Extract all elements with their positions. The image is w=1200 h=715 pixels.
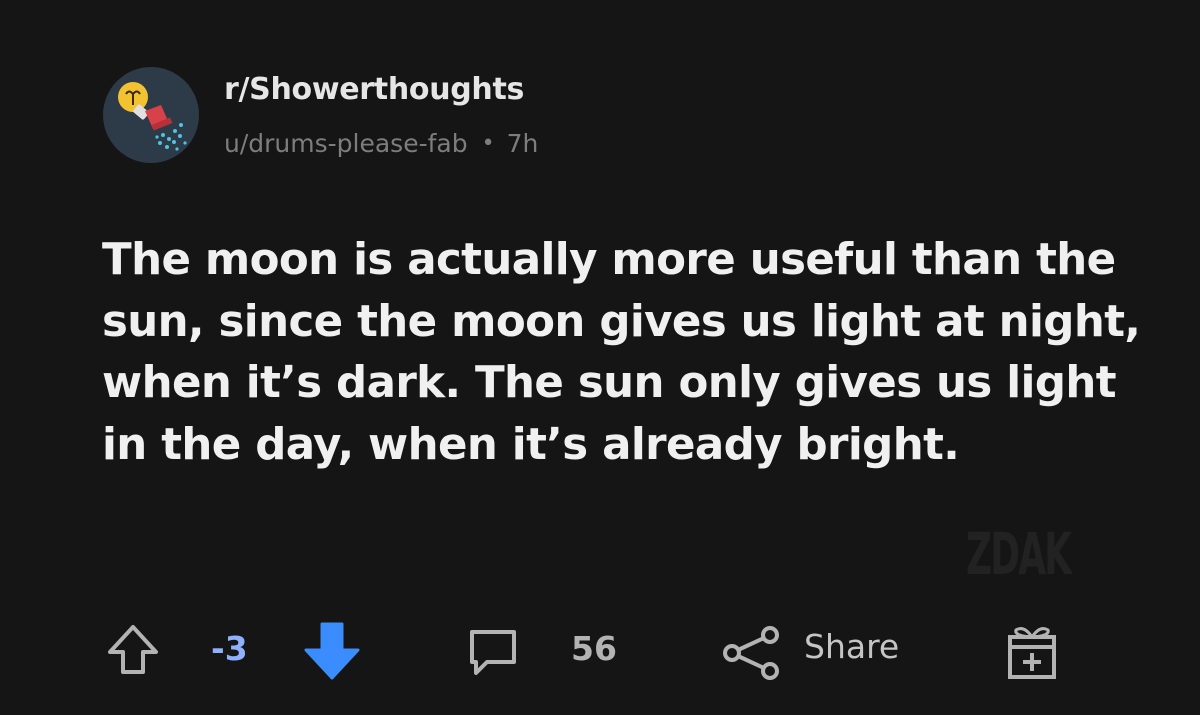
vote-score: -3: [211, 629, 248, 668]
comment-count[interactable]: 56: [571, 629, 617, 668]
downvote-arrow-icon[interactable]: [302, 620, 362, 682]
award-gift-icon[interactable]: [1002, 621, 1062, 683]
post-card: r/Showerthoughts u/drums-please-fab • 7h T…: [0, 0, 1200, 715]
comment-bubble-icon[interactable]: [465, 624, 521, 680]
share-nodes-icon[interactable]: [720, 623, 782, 681]
upvote-arrow-icon[interactable]: [104, 622, 162, 680]
share-button-label[interactable]: Share: [804, 627, 899, 666]
post-action-bar: -3 56 Share: [0, 0, 1200, 715]
